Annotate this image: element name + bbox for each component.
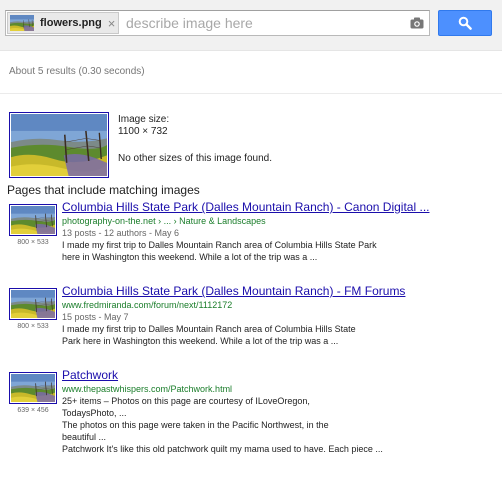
result-snippet-line: beautiful ... — [62, 432, 107, 442]
result-dimensions: 800 × 533 — [17, 239, 49, 246]
result-dimensions: 800 × 533 — [17, 323, 49, 330]
image-size-info: Image size: 1100 × 732 — [118, 114, 169, 138]
result-thumbnail[interactable] — [9, 372, 57, 404]
result-stats: About 5 results (0.30 seconds) — [9, 66, 145, 77]
result-thumbnail[interactable] — [9, 288, 57, 320]
search-button[interactable] — [438, 10, 492, 36]
no-other-sizes-text: No other sizes of this image found. — [118, 153, 272, 164]
result-snippet-line: I made my first trip to Dalles Mountain … — [62, 324, 356, 334]
result-snippet-line: Park here in Washington this weekend. Wh… — [62, 336, 339, 346]
image-chip[interactable]: flowers.png × — [7, 12, 119, 34]
result-title-link[interactable]: Columbia Hills State Park (Dalles Mounta… — [62, 284, 498, 299]
result-url: www.fredmiranda.com/forum/next/1112172 — [62, 300, 233, 310]
result-meta: 15 posts - May 7 — [62, 312, 129, 322]
query-image-thumbnail[interactable] — [9, 112, 109, 178]
image-size-value: 1100 × 732 — [118, 126, 168, 137]
search-box[interactable]: flowers.png × — [5, 10, 430, 36]
camera-icon[interactable] — [410, 17, 424, 29]
search-icon — [458, 16, 472, 30]
result-snippet-line: here in Washington this weekend. While a… — [62, 252, 318, 262]
result-image — [11, 206, 55, 234]
result-snippet-line: TodaysPhoto, ... — [62, 408, 127, 418]
search-input[interactable] — [126, 14, 396, 32]
result-dimensions: 639 × 456 — [17, 407, 49, 414]
divider — [0, 93, 502, 94]
image-chip-filename: flowers.png — [40, 17, 102, 29]
result-title-link[interactable]: Columbia Hills State Park (Dalles Mounta… — [62, 200, 498, 215]
result-image — [11, 374, 55, 402]
section-heading: Pages that include matching images — [7, 183, 200, 197]
image-size-label: Image size: — [118, 114, 170, 125]
query-image — [11, 114, 107, 176]
result-snippet-line: The photos on this page were taken in th… — [62, 420, 329, 430]
result-url: www.thepastwhispers.com/Patchwork.html — [62, 384, 233, 394]
result-url: photography-on-the.net › ... › Nature & … — [62, 216, 266, 226]
close-icon[interactable]: × — [108, 17, 116, 30]
result-snippet-line: 25+ items – Photos on this page are cour… — [62, 396, 310, 406]
result-title-link[interactable]: Patchwork — [62, 368, 498, 383]
search-header: flowers.png × — [0, 0, 502, 51]
result-thumbnail[interactable] — [9, 204, 57, 236]
result-snippet-line: Patchwork It's like this old patchwork q… — [62, 444, 383, 454]
result-meta: 13 posts - 12 authors - May 6 — [62, 228, 180, 238]
image-chip-thumbnail — [10, 15, 34, 31]
result-image — [11, 290, 55, 318]
result-snippet-line: I made my first trip to Dalles Mountain … — [62, 240, 377, 250]
